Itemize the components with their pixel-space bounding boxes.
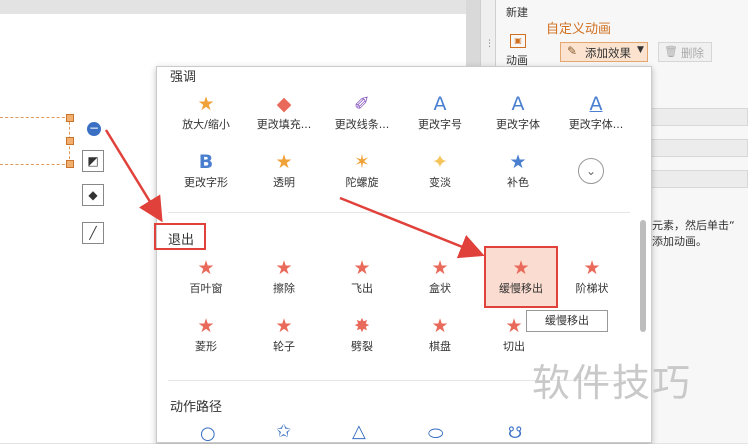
arrow-to-exit: [104, 129, 163, 223]
arrow-to-slow-out: [339, 196, 485, 259]
watermark: 软件技巧: [532, 361, 693, 405]
